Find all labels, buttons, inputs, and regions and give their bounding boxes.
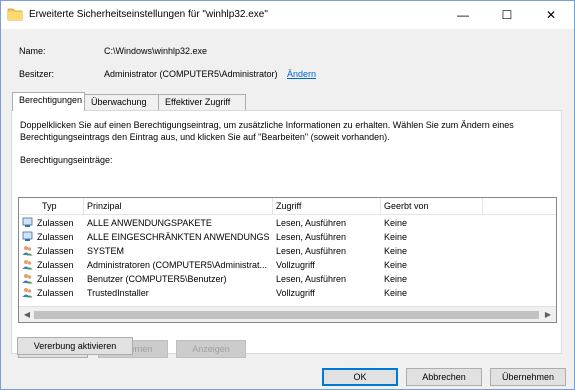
- security-settings-window: Erweiterte Sicherheitseinstellungen für …: [0, 0, 575, 390]
- users-icon: [22, 260, 33, 270]
- maximize-button[interactable]: ☐: [485, 1, 529, 29]
- users-icon: [22, 274, 33, 284]
- row-zugriff: Vollzugriff: [276, 260, 315, 270]
- row-zugriff: Lesen, Ausführen: [276, 218, 347, 228]
- apply-button[interactable]: Übernehmen: [490, 368, 566, 386]
- row-geerbt: Keine: [384, 288, 408, 298]
- permission-entries-list[interactable]: Typ Prinzipal Zugriff Geerbt von Zulasse…: [18, 197, 557, 323]
- close-button[interactable]: ✕: [529, 1, 573, 29]
- users-icon: [22, 288, 33, 298]
- ok-button[interactable]: OK: [322, 368, 398, 386]
- owner-change-link[interactable]: Ändern: [287, 69, 316, 79]
- row-typ: Zulassen: [37, 288, 74, 298]
- row-geerbt: Keine: [384, 246, 408, 256]
- row-typ: Zulassen: [37, 274, 74, 284]
- row-geerbt: Keine: [384, 232, 408, 242]
- column-geerbt-von[interactable]: Geerbt von: [384, 201, 429, 211]
- tab-effektiver-zugriff[interactable]: Effektiver Zugriff: [158, 94, 246, 110]
- users-icon: [22, 246, 33, 256]
- table-row[interactable]: Zulassen Benutzer (COMPUTER5\Benutzer) L…: [19, 272, 556, 286]
- row-typ: Zulassen: [37, 232, 74, 242]
- horizontal-scrollbar[interactable]: ◀ ▶: [19, 306, 556, 322]
- minimize-button[interactable]: —: [441, 1, 485, 29]
- row-prinzipal: SYSTEM: [87, 246, 125, 256]
- enable-inheritance-button[interactable]: Vererbung aktivieren: [17, 337, 133, 355]
- table-row[interactable]: Zulassen ALLE ANWENDUNGSPAKETE Lesen, Au…: [19, 216, 556, 230]
- row-prinzipal: Benutzer (COMPUTER5\Benutzer): [87, 274, 227, 284]
- column-typ[interactable]: Typ: [42, 201, 57, 211]
- table-row[interactable]: Zulassen ALLE EINGESCHRÄNKTEN ANWENDUNGS…: [19, 230, 556, 244]
- table-row[interactable]: Zulassen Administratoren (COMPUTER5\Admi…: [19, 258, 556, 272]
- name-label: Name:: [19, 46, 46, 56]
- row-geerbt: Keine: [384, 218, 408, 228]
- row-prinzipal: ALLE EINGESCHRÄNKTEN ANWENDUNGSP...: [87, 232, 270, 242]
- row-zugriff: Vollzugriff: [276, 288, 315, 298]
- entries-label: Berechtigungseinträge:: [20, 155, 113, 165]
- row-geerbt: Keine: [384, 274, 408, 284]
- tab-berechtigungen[interactable]: Berechtigungen: [12, 92, 85, 111]
- window-title: Erweiterte Sicherheitseinstellungen für …: [29, 9, 268, 20]
- permissions-panel: Doppelklicken Sie auf einen Berechtigung…: [11, 110, 562, 358]
- owner-label: Besitzer:: [19, 69, 55, 79]
- scrollbar-thumb[interactable]: [34, 311, 539, 319]
- title-bar[interactable]: Erweiterte Sicherheitseinstellungen für …: [1, 1, 574, 29]
- owner-value: Administrator (COMPUTER5\Administrator): [104, 69, 278, 79]
- tab-ueberwachung[interactable]: Überwachung: [84, 94, 159, 110]
- scroll-right-icon[interactable]: ▶: [541, 310, 555, 319]
- package-icon: [22, 217, 33, 227]
- cancel-button[interactable]: Abbrechen: [406, 368, 482, 386]
- row-zugriff: Lesen, Ausführen: [276, 274, 347, 284]
- dialog-client-area: Name: C:\Windows\winhlp32.exe Besitzer: …: [1, 29, 574, 389]
- row-typ: Zulassen: [37, 260, 74, 270]
- package-icon: [22, 231, 33, 241]
- table-row[interactable]: Zulassen SYSTEM Lesen, Ausführen Keine: [19, 244, 556, 258]
- row-typ: Zulassen: [37, 218, 74, 228]
- column-prinzipal[interactable]: Prinzipal: [87, 201, 122, 211]
- row-zugriff: Lesen, Ausführen: [276, 246, 347, 256]
- name-value: C:\Windows\winhlp32.exe: [104, 46, 208, 56]
- row-typ: Zulassen: [37, 246, 74, 256]
- view-button[interactable]: Anzeigen: [176, 340, 246, 358]
- permissions-info-text: Doppelklicken Sie auf einen Berechtigung…: [20, 120, 514, 142]
- scroll-left-icon[interactable]: ◀: [20, 310, 34, 319]
- list-header: Typ Prinzipal Zugriff Geerbt von: [19, 198, 556, 215]
- row-geerbt: Keine: [384, 260, 408, 270]
- folder-icon: [7, 8, 23, 21]
- column-zugriff[interactable]: Zugriff: [276, 201, 301, 211]
- row-prinzipal: ALLE ANWENDUNGSPAKETE: [87, 218, 212, 228]
- row-zugriff: Lesen, Ausführen: [276, 232, 347, 242]
- row-prinzipal: TrustedInstaller: [87, 288, 149, 298]
- row-prinzipal: Administratoren (COMPUTER5\Administrat..…: [87, 260, 268, 270]
- table-row[interactable]: Zulassen TrustedInstaller Vollzugriff Ke…: [19, 286, 556, 300]
